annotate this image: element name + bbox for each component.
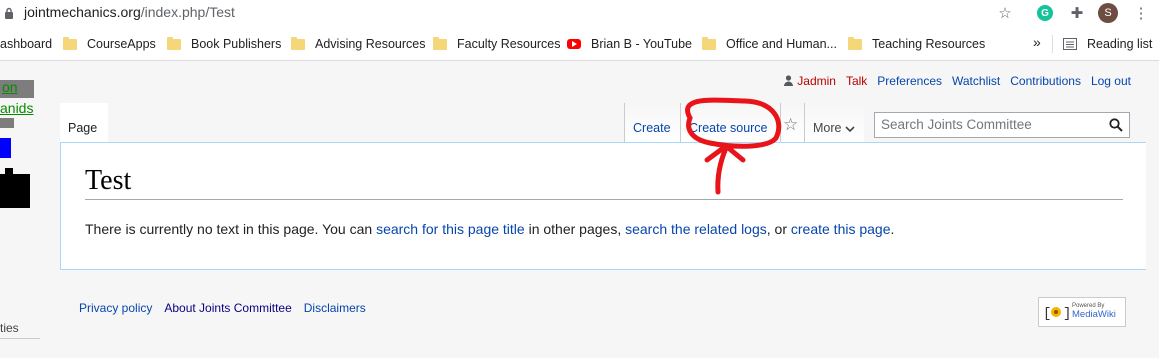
search-title-link[interactable]: search for this page title [376,221,525,237]
folder-icon [848,36,862,50]
disclaimers-link[interactable]: Disclaimers [304,301,366,315]
logo-block-blue [0,138,11,158]
reading-list-icon [1063,38,1077,50]
svg-text:]: ] [1063,306,1069,322]
logo-text-line1: on [2,79,18,95]
message-text: . [890,221,895,237]
bookmark-advising-resources[interactable]: Advising Resources [291,36,425,52]
bookmark-book-publishers[interactable]: Book Publishers [167,36,281,52]
folder-icon [291,36,305,50]
svg-text:[: [ [1043,306,1051,322]
bookmark-dashboard[interactable]: ashboard [0,36,52,52]
logo-block-black [5,168,13,176]
tab-page-label: Page [68,121,98,135]
page-title: Test [85,165,1123,200]
user-name: Jadmin [797,74,836,88]
wiki-page: on anids Jadmin Talk Preferences Watchli… [0,62,1159,358]
contributions-link[interactable]: Contributions [1010,74,1081,88]
profile-initial: S [1098,3,1118,23]
kebab-menu-icon[interactable]: ⋮ [1131,3,1151,23]
preferences-link[interactable]: Preferences [877,74,942,88]
reading-list-label: Reading list [1087,37,1153,51]
tab-create-source[interactable]: Create source [680,103,780,143]
mediawiki-badge[interactable]: [] Powered By MediaWiki [1038,297,1126,327]
bookmark-faculty-resources[interactable]: Faculty Resources [433,36,561,52]
tab-create-source-label: Create source [689,121,768,135]
mediawiki-logo-icon: [] [1043,306,1069,322]
bookmark-label: Faculty Resources [457,37,561,51]
url-path: /index.php/Test [140,4,235,20]
address-bar: jointmechanics.org/index.php/Test ☆ G ✚ … [0,0,1159,27]
bookmark-star-icon[interactable]: ☆ [995,3,1015,23]
bookmark-label: Teaching Resources [872,37,986,51]
extensions-puzzle-icon[interactable]: ✚ [1067,3,1087,23]
more-menu[interactable]: More [804,103,864,143]
message-text: There is currently no text in this page.… [85,221,377,237]
watch-star-icon[interactable]: ☆ [780,103,804,143]
more-label: More [813,121,842,135]
tab-page[interactable]: Page [60,103,108,143]
user-icon [784,75,794,86]
search-input[interactable]: Search Joints Committee [874,112,1130,138]
bookmark-youtube[interactable]: Brian B - YouTube [567,36,692,52]
tab-create[interactable]: Create [624,103,680,143]
bookmark-label: Book Publishers [191,37,282,51]
bookmark-label: Office and Human... [726,37,837,51]
bookmark-label: CourseApps [87,37,156,51]
footer-links: Privacy policy About Joints Committee Di… [79,301,366,315]
youtube-icon [567,39,581,49]
lock-icon[interactable] [4,7,14,19]
bookmark-label: Advising Resources [315,37,426,51]
folder-icon [63,36,77,50]
profile-avatar[interactable]: S [1098,3,1118,23]
folder-icon [433,36,447,50]
logo-block [0,118,14,128]
chevron-down-icon [845,126,856,133]
bookmarks-bar: ashboard CourseApps Book Publishers Advi… [0,27,1159,61]
logo-block-black [0,174,30,208]
user-link[interactable]: Jadmin [784,74,836,88]
folder-icon [167,36,181,50]
message-text: , or [766,221,791,237]
bookmark-courseapps[interactable]: CourseApps [63,36,156,52]
about-link[interactable]: About Joints Committee [164,301,291,315]
reading-list-button[interactable]: Reading list [1063,36,1152,52]
search-placeholder: Search Joints Committee [881,117,1032,132]
privacy-policy-link[interactable]: Privacy policy [79,301,152,315]
create-page-link[interactable]: create this page [791,221,891,237]
bookmark-divider [1052,35,1053,53]
url-text[interactable]: jointmechanics.org/index.php/Test [24,4,235,20]
watchlist-link[interactable]: Watchlist [952,74,1000,88]
content-area: Test There is currently no text in this … [60,142,1146,270]
search-logs-link[interactable]: search the related logs [625,221,767,237]
logo-text-line2: anids [0,100,34,116]
grammarly-extension-icon[interactable]: G [1035,3,1055,23]
bookmark-teaching-resources[interactable]: Teaching Resources [848,36,985,52]
message-text: in other pages, [524,221,626,237]
tab-create-label: Create [633,121,671,135]
bookmark-label: Brian B - YouTube [591,37,692,51]
search-icon[interactable] [1109,118,1123,132]
sidebar-fragment[interactable]: ties [0,321,19,335]
bookmark-office-human[interactable]: Office and Human... [702,36,837,52]
no-text-message: There is currently no text in this page.… [85,221,894,237]
badge-line2: MediaWiki [1072,309,1116,321]
talk-link[interactable]: Talk [846,74,867,88]
url-domain: jointmechanics.org [24,4,141,20]
personal-tools: Jadmin Talk Preferences Watchlist Contri… [784,74,1131,88]
logout-link[interactable]: Log out [1091,74,1131,88]
bookmark-label: ashboard [0,37,53,51]
folder-icon [702,36,716,50]
sidebar-divider [0,338,40,339]
bookmarks-overflow-button[interactable]: » [1033,34,1041,50]
